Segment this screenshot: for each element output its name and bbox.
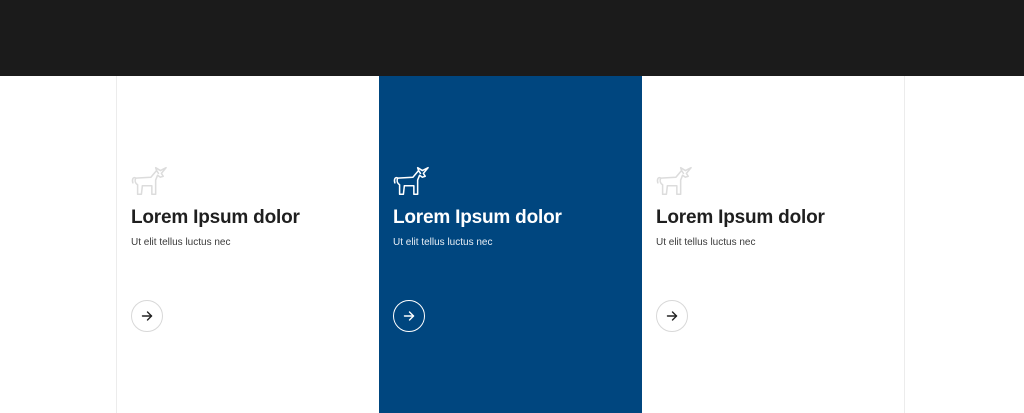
unicorn-icon — [130, 164, 168, 198]
card-description: Ut elit tellus luctus nec — [656, 237, 756, 248]
arrow-right-icon — [403, 310, 415, 322]
feature-card-active: Lorem Ipsum dolor Ut elit tellus luctus … — [379, 76, 642, 413]
card-arrow-button[interactable] — [131, 300, 163, 332]
arrow-right-icon — [666, 310, 678, 322]
feature-card: Lorem Ipsum dolor Ut elit tellus luctus … — [116, 76, 379, 413]
card-title: Lorem Ipsum dolor — [131, 207, 300, 228]
card-arrow-button[interactable] — [656, 300, 688, 332]
unicorn-icon — [392, 164, 430, 198]
arrow-right-icon — [141, 310, 153, 322]
card-title: Lorem Ipsum dolor — [656, 207, 825, 228]
card-description: Ut elit tellus luctus nec — [131, 237, 231, 248]
top-header-bar — [0, 0, 1024, 76]
card-title: Lorem Ipsum dolor — [393, 207, 562, 228]
feature-card: Lorem Ipsum dolor Ut elit tellus luctus … — [642, 76, 905, 413]
card-description: Ut elit tellus luctus nec — [393, 237, 493, 248]
feature-cards: Lorem Ipsum dolor Ut elit tellus luctus … — [116, 76, 905, 413]
card-arrow-button[interactable] — [393, 300, 425, 332]
unicorn-icon — [655, 164, 693, 198]
